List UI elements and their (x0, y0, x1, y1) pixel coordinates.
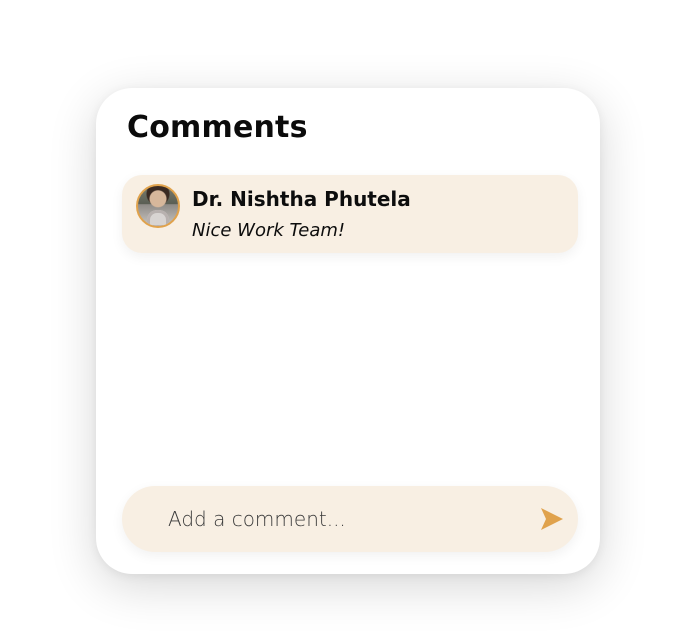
comment-text: Nice Work Team! (192, 220, 346, 241)
comment-composer (122, 486, 578, 552)
send-button[interactable] (538, 505, 566, 533)
comment-item: Dr. Nishtha Phutela Nice Work Team! (122, 175, 578, 253)
comment-author: Dr. Nishtha Phutela (192, 187, 411, 211)
avatar-body (147, 210, 169, 226)
comment-input[interactable] (166, 500, 530, 538)
panel-title: Comments (127, 110, 308, 145)
comments-panel: Comments Dr. Nishtha Phutela Nice Work T… (96, 88, 600, 574)
page: Comments Dr. Nishtha Phutela Nice Work T… (0, 0, 678, 638)
send-icon (541, 508, 563, 530)
avatar (136, 184, 180, 228)
